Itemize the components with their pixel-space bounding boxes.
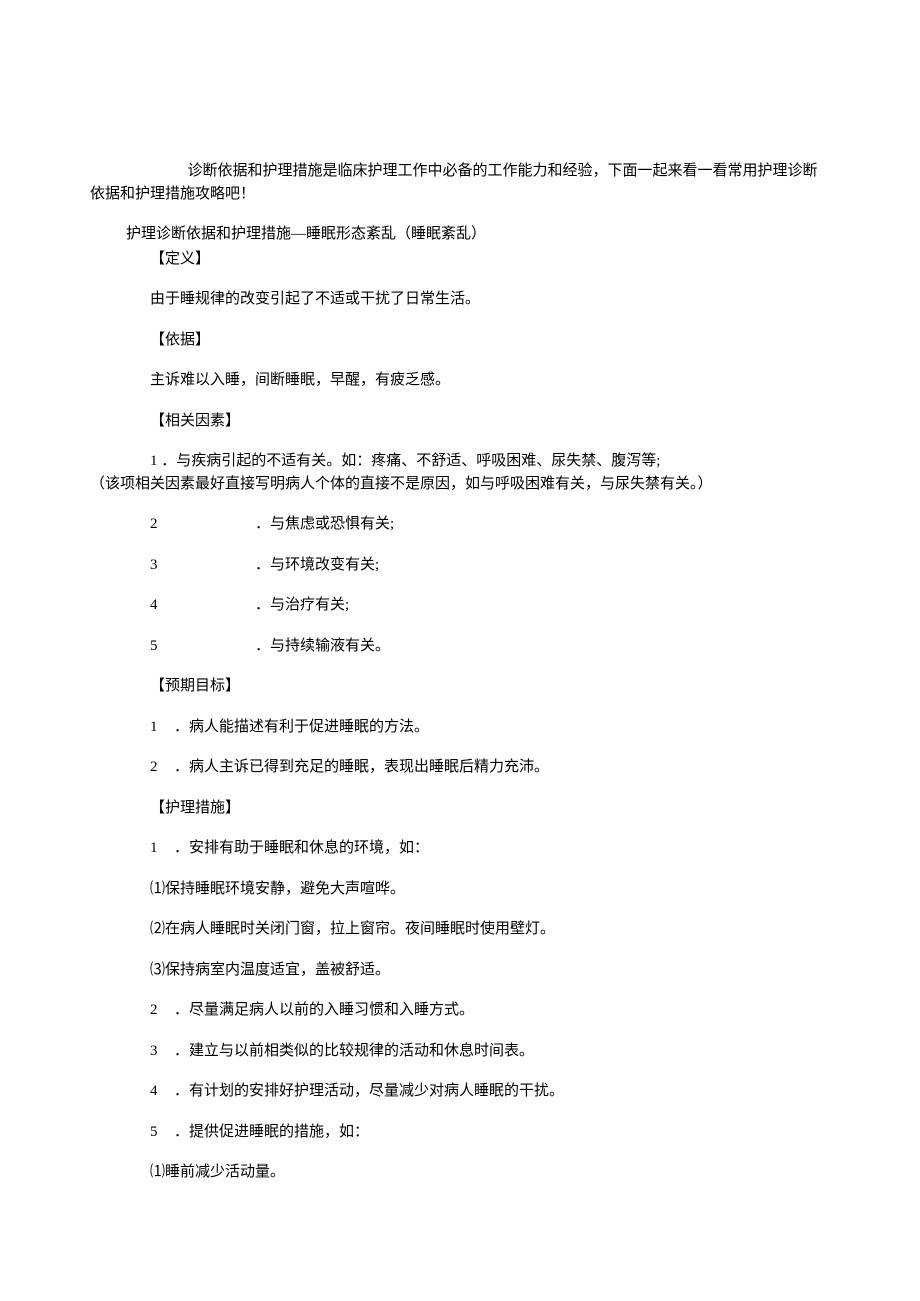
measure-1-sub1: ⑴保持睡眠环境安静，避免大声喧哗。 [90, 878, 830, 901]
measure-3-num: 3 [150, 1040, 174, 1063]
measure-1: 1 ．安排有助于睡眠和休息的环境，如： [90, 837, 830, 860]
measure-5-num: 5 [150, 1121, 174, 1144]
goal-2-num: 2 [150, 756, 174, 779]
measure-4: 4 ．有计划的安排好护理活动，尽量减少对病人睡眠的干扰。 [90, 1080, 830, 1103]
measure-4-num: 4 [150, 1080, 174, 1103]
measure-5: 5 ．提供促进睡眠的措施，如： [90, 1121, 830, 1144]
section-factors-heading: 【相关因素】 [90, 410, 830, 433]
measure-4-text: ．有计划的安排好护理活动，尽量减少对病人睡眠的干扰。 [174, 1080, 564, 1103]
goal-1: 1 ．病人能描述有利于促进睡眠的方法。 [90, 716, 830, 739]
measure-2-num: 2 [150, 999, 174, 1022]
factor-3-text: ．与环境改变有关; [255, 554, 379, 577]
factor-4-text: ．与治疗有关; [255, 594, 349, 617]
factor-2-text: ．与焦虑或恐惧有关; [255, 513, 394, 536]
factor-5-text: ．与持续输液有关。 [255, 635, 390, 658]
goal-2-text: ．病人主诉已得到充足的睡眠，表现出睡眠后精力充沛。 [174, 756, 549, 779]
definition-body: 由于睡规律的改变引起了不适或干扰了日常生活。 [90, 288, 830, 311]
measure-3: 3 ．建立与以前相类似的比较规律的活动和休息时间表。 [90, 1040, 830, 1063]
section-definition-heading: 【定义】 [90, 248, 830, 271]
intro-paragraph: 诊断依据和护理措施是临床护理工作中必备的工作能力和经验，下面一起来看一看常用护理… [90, 160, 830, 205]
factor-5: 5 ．与持续输液有关。 [90, 635, 830, 658]
section-goal-heading: 【预期目标】 [90, 675, 830, 698]
section-measure-heading: 【护理措施】 [90, 797, 830, 820]
goal-1-text: ．病人能描述有利于促进睡眠的方法。 [174, 716, 429, 739]
doc-title: 护理诊断依据和护理措施—睡眠形态紊乱（睡眠紊乱） [90, 223, 830, 246]
measure-5-text: ．提供促进睡眠的措施，如： [174, 1121, 369, 1144]
section-basis-heading: 【依据】 [90, 329, 830, 352]
measure-1-num: 1 [150, 837, 174, 860]
factor-1-line2: （该项相关因素最好直接写明病人个体的直接不是原因，如与呼吸困难有关，与尿失禁有关… [90, 473, 830, 496]
measure-1-sub3: ⑶保持病室内温度适宜，盖被舒适。 [90, 959, 830, 982]
measure-2: 2 ．尽量满足病人以前的入睡习惯和入睡方式。 [90, 999, 830, 1022]
factor-4-num: 4 [150, 594, 255, 617]
measure-3-text: ．建立与以前相类似的比较规律的活动和休息时间表。 [174, 1040, 534, 1063]
factor-3: 3 ．与环境改变有关; [90, 554, 830, 577]
intro-text: 诊断依据和护理措施是临床护理工作中必备的工作能力和经验，下面一起来看一看常用护理… [90, 163, 818, 202]
factor-3-num: 3 [150, 554, 255, 577]
factor-1-line1: 1 ．与疾病引起的不适有关。如：疼痛、不舒适、呼吸困难、尿失禁、腹泻等; [90, 450, 830, 473]
goal-2: 2 ．病人主诉已得到充足的睡眠，表现出睡眠后精力充沛。 [90, 756, 830, 779]
basis-body: 主诉难以入睡，间断睡眠，早醒，有疲乏感。 [90, 369, 830, 392]
measure-5-sub1: ⑴睡前减少活动量。 [90, 1161, 830, 1184]
goal-1-num: 1 [150, 716, 174, 739]
factor-5-num: 5 [150, 635, 255, 658]
measure-1-sub2: ⑵在病人睡眠时关闭门窗，拉上窗帘。夜间睡眠时使用壁灯。 [90, 918, 830, 941]
factor-2-num: 2 [150, 513, 255, 536]
factor-4: 4 ．与治疗有关; [90, 594, 830, 617]
factor-2: 2 ．与焦虑或恐惧有关; [90, 513, 830, 536]
measure-1-text: ．安排有助于睡眠和休息的环境，如： [174, 837, 429, 860]
measure-2-text: ．尽量满足病人以前的入睡习惯和入睡方式。 [174, 999, 474, 1022]
